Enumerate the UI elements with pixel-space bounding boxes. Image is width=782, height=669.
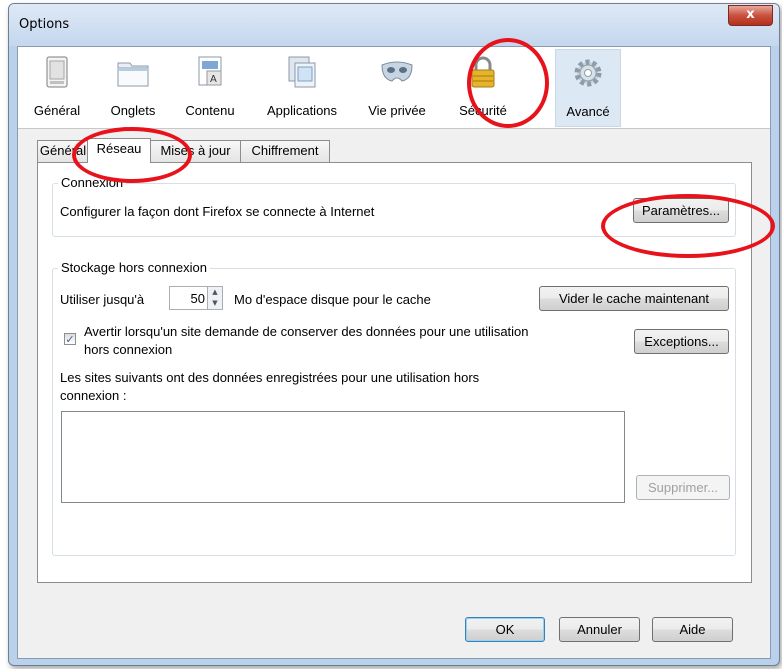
toolbar-item-advanced[interactable]: Avancé xyxy=(555,49,621,127)
toolbar-item-general[interactable]: Général xyxy=(28,49,86,125)
applications-icon xyxy=(288,56,316,88)
offline-sites-list[interactable] xyxy=(61,411,625,503)
offline-storage-group: Stockage hors connexion Utiliser jusqu'à… xyxy=(52,260,736,556)
cache-limit-label: Utiliser jusqu'à xyxy=(60,292,145,307)
dialog-client-area: Général Onglets A Contenu Applications V… xyxy=(17,46,771,659)
connexion-description: Configurer la façon dont Firefox se conn… xyxy=(60,204,375,219)
svg-text:A: A xyxy=(210,74,217,85)
warn-offline-label-line1: Avertir lorsqu'un site demande de conser… xyxy=(84,324,529,339)
cache-size-value: 50 xyxy=(190,291,205,306)
tab-general[interactable]: Général xyxy=(37,140,89,162)
ok-button[interactable]: OK xyxy=(465,617,545,642)
title-bar[interactable]: Options x xyxy=(9,4,779,46)
close-button[interactable]: x xyxy=(728,5,773,26)
toolbar-item-security[interactable]: Sécurité xyxy=(450,49,516,125)
toolbar-label-advanced: Avancé xyxy=(566,104,610,119)
toolbar-label-general: Général xyxy=(33,103,81,118)
cache-size-spinner[interactable]: 50 ▲ ▼ xyxy=(169,286,223,310)
gear-icon xyxy=(574,59,602,87)
toolbar-label-security: Sécurité xyxy=(459,103,507,118)
toolbar-label-tabs: Onglets xyxy=(110,103,156,118)
general-window-icon xyxy=(46,56,68,88)
toolbar-item-applications[interactable]: Applications xyxy=(256,49,348,125)
toolbar-item-content[interactable]: A Contenu xyxy=(174,49,246,125)
connection-settings-button[interactable]: Paramètres... xyxy=(633,198,729,223)
connexion-group: Connexion Configurer la façon dont Firef… xyxy=(52,175,736,237)
help-button[interactable]: Aide xyxy=(652,617,733,642)
offline-sites-label-line2: connexion : xyxy=(60,388,127,403)
content-icon: A xyxy=(198,56,222,86)
remove-button[interactable]: Supprimer... xyxy=(636,475,730,500)
toolbar-label-privacy: Vie privée xyxy=(368,103,426,118)
exceptions-button[interactable]: Exceptions... xyxy=(634,329,729,354)
toolbar-label-applications: Applications xyxy=(266,103,338,118)
offline-storage-legend: Stockage hors connexion xyxy=(58,260,210,275)
tab-updates[interactable]: Mises à jour xyxy=(149,140,242,162)
padlock-icon xyxy=(471,56,495,88)
warn-offline-checkbox[interactable]: ✓ xyxy=(64,333,76,345)
connexion-legend: Connexion xyxy=(58,175,127,190)
cache-unit-label: Mo d'espace disque pour le cache xyxy=(234,292,431,307)
spin-down-arrow-icon[interactable]: ▼ xyxy=(207,298,222,309)
clear-cache-button[interactable]: Vider le cache maintenant xyxy=(539,286,729,311)
warn-offline-label-line2: hors connexion xyxy=(84,342,173,357)
toolbar-label-content: Contenu xyxy=(185,103,235,118)
options-dialog: Options x Général Onglets A Contenu Appl… xyxy=(8,3,780,666)
privacy-mask-icon xyxy=(381,61,413,82)
tabs-icon xyxy=(117,62,149,87)
toolbar-item-tabs[interactable]: Onglets xyxy=(100,49,166,125)
tab-network[interactable]: Réseau xyxy=(87,138,151,163)
toolbar-item-privacy[interactable]: Vie privée xyxy=(358,49,436,125)
category-toolbar: Général Onglets A Contenu Applications V… xyxy=(18,47,770,129)
offline-sites-label-line1: Les sites suivants ont des données enreg… xyxy=(60,370,480,385)
window-title: Options xyxy=(19,17,70,32)
network-panel: Connexion Configurer la façon dont Firef… xyxy=(37,162,752,583)
cancel-button[interactable]: Annuler xyxy=(559,617,640,642)
tab-encryption[interactable]: Chiffrement xyxy=(240,140,330,162)
